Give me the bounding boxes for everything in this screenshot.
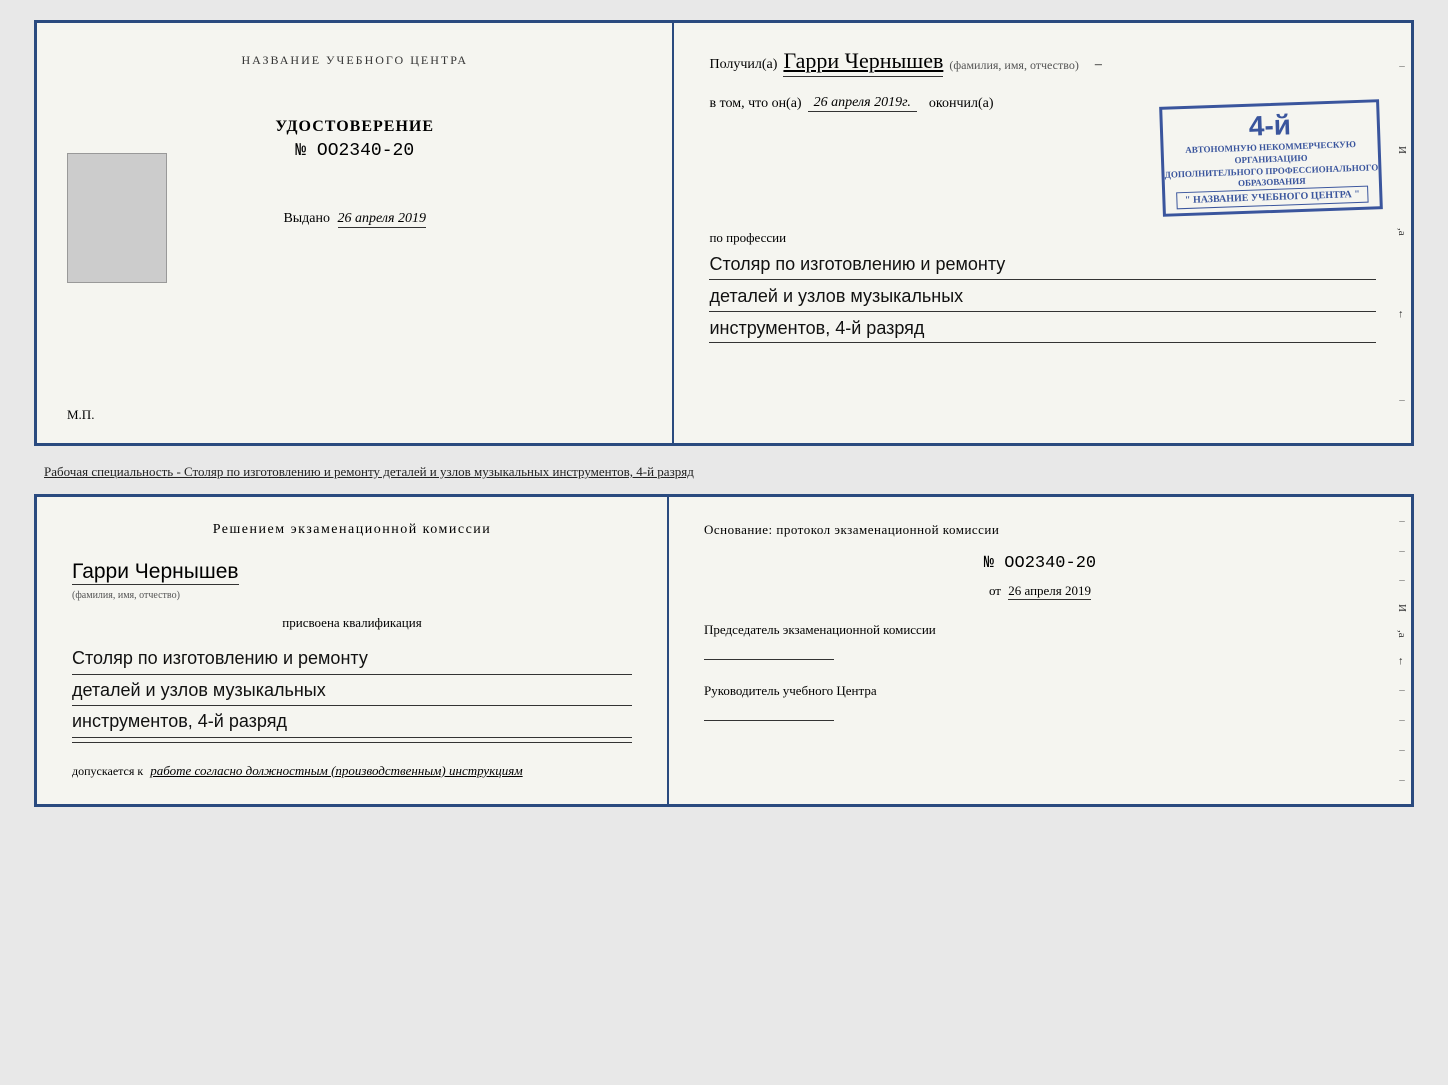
recipient-subtext: (фамилия, имя, отчество) [949,58,1078,77]
vydano-line: Выдано 26 апреля 2019 [283,211,426,227]
deco-b-i: И [1396,604,1408,612]
bottom-document: Решением экзаменационной комиссии Гарри … [34,494,1414,807]
extra-line [72,742,632,743]
bottom-left-page: Решением экзаменационной комиссии Гарри … [37,497,669,804]
head-title: Руководитель учебного Центра [704,682,1376,700]
bottom-right-page: Основание: протокол экзаменационной коми… [669,497,1411,804]
deco-char-i: И [1396,146,1408,154]
from-date: 26 апреля 2019 [1008,583,1091,600]
deco-b-5: – [1399,714,1405,726]
deco-b-arrow: ← [1396,656,1408,667]
deco-b-2: – [1399,545,1405,557]
certificate-block: УДОСТОВЕРЕНИЕ № OO2340-20 [275,118,434,161]
profession-label: по профессии [709,230,1376,246]
from-prefix: от [989,583,1001,598]
recipient-name: Гарри Чернышев [783,48,943,77]
from-date-line: от 26 апреля 2019 [704,583,1376,599]
deco-b-1: – [1399,515,1405,527]
certificate-title: УДОСТОВЕРЕНИЕ [275,118,434,136]
person-name-bottom: Гарри Чернышев [72,560,239,585]
vtom-date: 26 апреля 2019г. [808,95,917,112]
top-right-page: Получил(а) Гарри Чернышев (фамилия, имя,… [674,23,1411,443]
photo-placeholder [67,153,167,283]
deco-b-6: – [1399,744,1405,756]
qual-line3: инструментов, 4-й разряд [72,706,632,738]
deco-b-7: – [1399,774,1405,786]
middle-text-content: Рабочая специальность - Столяр по изгото… [44,464,694,479]
qualification-block: Столяр по изготовлению и ремонту деталей… [72,643,632,743]
deco-dash-1: – [1399,60,1405,72]
right-side-decorations: – И ,а ← – [1393,23,1411,443]
okoncil-label: окончил(а) [929,96,994,112]
decision-title: Решением экзаменационной комиссии [72,522,632,538]
stamp-overlay: 4-й АВТОНОМНУЮ НЕКОММЕРЧЕСКУЮ ОРГАНИЗАЦИ… [1159,99,1383,217]
head-signature-line [704,720,834,721]
profession-line2: деталей и узлов музыкальных [709,282,1376,312]
deco-dash-2: – [1399,394,1405,406]
mp-label: М.П. [67,407,94,423]
dash-1: – [1095,57,1102,73]
assigned-label: присвоена квалификация [72,615,632,631]
stamp-number: 4-й [1248,109,1291,142]
deco-char-a: ,а [1396,228,1408,236]
chairman-title: Председатель экзаменационной комиссии [704,621,1376,639]
deco-b-a: ,а [1396,630,1408,638]
top-left-page: НАЗВАНИЕ УЧЕБНОГО ЦЕНТРА УДОСТОВЕРЕНИЕ №… [37,23,674,443]
recipient-label: Получил(а) [709,57,777,73]
profession-block: по профессии Столяр по изготовлению и ре… [709,222,1376,343]
top-document: НАЗВАНИЕ УЧЕБНОГО ЦЕНТРА УДОСТОВЕРЕНИЕ №… [34,20,1414,446]
osnovaniye-label: Основание: протокол экзаменационной коми… [704,522,1376,538]
person-subtext-bottom: (фамилия, имя, отчество) [72,590,180,601]
chairman-signature-line [704,659,834,660]
deco-b-4: – [1399,684,1405,696]
protocol-number: № OO2340-20 [704,554,1376,573]
dopuskaetsya-prefix: допускается к [72,764,143,778]
deco-char-arrow: ← [1396,309,1408,320]
certificate-number: № OO2340-20 [275,141,434,161]
chairman-block: Председатель экзаменационной комиссии [704,621,1376,660]
vydano-date: 26 апреля 2019 [338,211,426,228]
profession-line3: инструментов, 4-й разряд [709,314,1376,344]
middle-text: Рабочая специальность - Столяр по изгото… [34,458,1414,482]
dopuskaetsya-text: работе согласно должностным (производств… [150,763,522,778]
bottom-right-side-deco: – – – И ,а ← – – – – [1393,497,1411,804]
deco-b-3: – [1399,574,1405,586]
vydano-label: Выдано [283,211,330,226]
dopuskaetsya-block: допускается к работе согласно должностны… [72,763,632,779]
profession-line1: Столяр по изготовлению и ремонту [709,250,1376,280]
qual-line1: Столяр по изготовлению и ремонту [72,643,632,675]
top-header-label: НАЗВАНИЕ УЧЕБНОГО ЦЕНТРА [241,53,468,68]
head-block: Руководитель учебного Центра [704,682,1376,721]
vtom-prefix: в том, что он(а) [709,96,801,112]
qual-line2: деталей и узлов музыкальных [72,675,632,707]
